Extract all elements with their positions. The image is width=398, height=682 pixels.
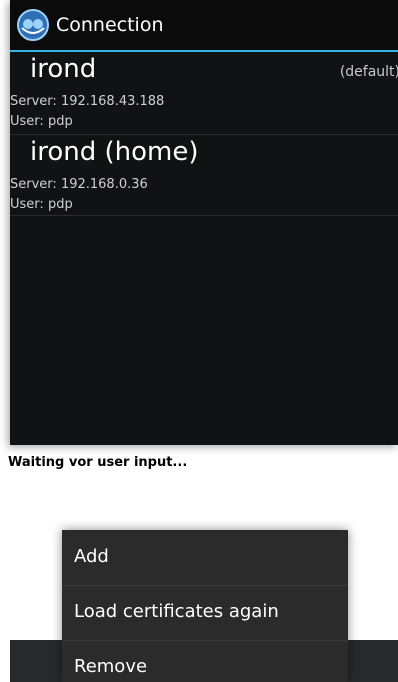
connection-name: irond bbox=[30, 54, 97, 84]
user-line: User: pdp bbox=[10, 197, 73, 212]
context-menu: Add Load certificates again Remove bbox=[62, 530, 348, 682]
page-title: Connection bbox=[56, 14, 164, 36]
server-value: 192.168.43.188 bbox=[60, 94, 165, 109]
connection-name: irond (home) bbox=[30, 137, 199, 167]
user-value: pdp bbox=[47, 114, 73, 129]
menu-item-label: Remove bbox=[74, 656, 148, 677]
default-badge: (default) bbox=[339, 64, 398, 80]
server-line: Server: 192.168.0.36 bbox=[10, 177, 148, 192]
menu-item-label: Load certificates again bbox=[74, 601, 279, 622]
user-label: User: bbox=[10, 114, 44, 129]
menu-item-label: Add bbox=[74, 546, 109, 567]
user-label: User: bbox=[10, 197, 44, 212]
server-value: 192.168.0.36 bbox=[60, 177, 148, 192]
status-text: Waiting vor user input... bbox=[8, 455, 188, 470]
server-label: Server: bbox=[10, 177, 57, 192]
connection-item[interactable]: irond (default) Server: 192.168.43.188 U… bbox=[10, 52, 398, 135]
app-screen: Connection irond (default) Server: 192.1… bbox=[10, 0, 398, 445]
connection-item[interactable]: irond (home) Server: 192.168.0.36 User: … bbox=[10, 135, 398, 216]
server-line: Server: 192.168.43.188 bbox=[10, 94, 164, 109]
server-label: Server: bbox=[10, 94, 57, 109]
menu-item-load-certificates[interactable]: Load certificates again bbox=[62, 585, 348, 641]
connection-list: irond (default) Server: 192.168.43.188 U… bbox=[10, 52, 398, 216]
user-headset-icon bbox=[16, 8, 50, 42]
user-line: User: pdp bbox=[10, 114, 73, 129]
menu-item-remove[interactable]: Remove bbox=[62, 640, 348, 682]
user-value: pdp bbox=[47, 197, 73, 212]
menu-item-add[interactable]: Add bbox=[62, 530, 348, 586]
action-bar: Connection bbox=[10, 0, 398, 50]
